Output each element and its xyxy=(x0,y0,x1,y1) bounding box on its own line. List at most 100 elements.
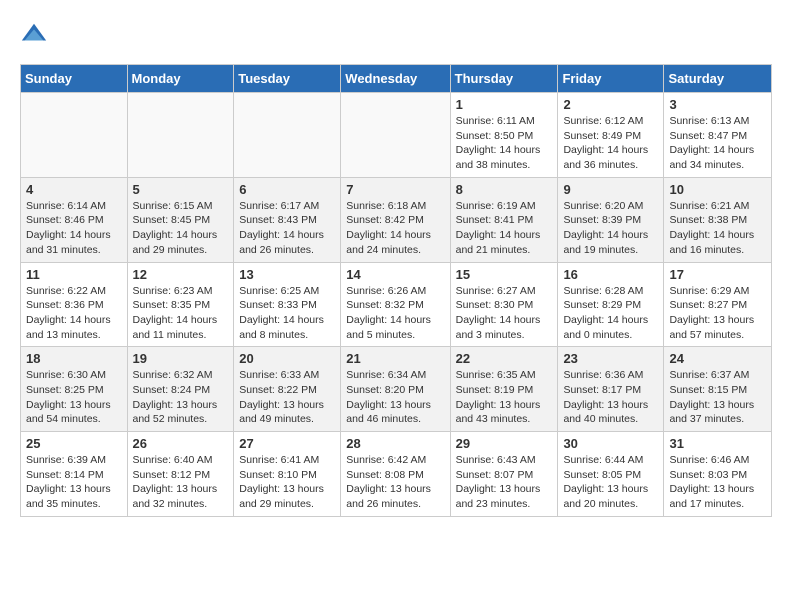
day-info: Sunrise: 6:25 AM Sunset: 8:33 PM Dayligh… xyxy=(239,284,335,343)
day-number: 8 xyxy=(456,182,553,197)
day-info: Sunrise: 6:17 AM Sunset: 8:43 PM Dayligh… xyxy=(239,199,335,258)
calendar-cell: 25Sunrise: 6:39 AM Sunset: 8:14 PM Dayli… xyxy=(21,432,128,517)
calendar-cell: 12Sunrise: 6:23 AM Sunset: 8:35 PM Dayli… xyxy=(127,262,234,347)
calendar-cell: 4 Sunrise: 6:14 AM Sunset: 8:46 PM Daylig… xyxy=(21,177,128,262)
day-number: 23 xyxy=(563,351,658,366)
calendar-cell: 27 Sunrise: 6:41 AM Sunset: 8:10 PM Dayli… xyxy=(234,432,341,517)
calendar-cell: 15Sunrise: 6:27 AM Sunset: 8:30 PM Dayli… xyxy=(450,262,558,347)
calendar-cell: 14 Sunrise: 6:26 AM Sunset: 8:32 PM Dayli… xyxy=(341,262,450,347)
day-number: 12 xyxy=(133,267,229,282)
logo xyxy=(20,20,52,48)
calendar-cell: 19 Sunrise: 6:32 AM Sunset: 8:24 PM Dayli… xyxy=(127,347,234,432)
day-number: 24 xyxy=(669,351,766,366)
day-info: Sunrise: 6:13 AM Sunset: 8:47 PM Dayligh… xyxy=(669,114,766,173)
calendar-cell xyxy=(21,93,128,178)
calendar-cell: 17 Sunrise: 6:29 AM Sunset: 8:27 PM Dayli… xyxy=(664,262,772,347)
day-number: 20 xyxy=(239,351,335,366)
day-number: 10 xyxy=(669,182,766,197)
day-number: 4 xyxy=(26,182,122,197)
calendar-cell: 30 Sunrise: 6:44 AM Sunset: 8:05 PM Dayli… xyxy=(558,432,664,517)
day-of-week-header: Friday xyxy=(558,65,664,93)
day-number: 31 xyxy=(669,436,766,451)
calendar-cell: 3 Sunrise: 6:13 AM Sunset: 8:47 PM Daylig… xyxy=(664,93,772,178)
day-info: Sunrise: 6:28 AM Sunset: 8:29 PM Dayligh… xyxy=(563,284,658,343)
day-number: 17 xyxy=(669,267,766,282)
calendar-cell: 29 Sunrise: 6:43 AM Sunset: 8:07 PM Dayli… xyxy=(450,432,558,517)
calendar-table: SundayMondayTuesdayWednesdayThursdayFrid… xyxy=(20,64,772,517)
day-info: Sunrise: 6:36 AM Sunset: 8:17 PM Dayligh… xyxy=(563,368,658,427)
day-number: 6 xyxy=(239,182,335,197)
calendar-cell xyxy=(341,93,450,178)
day-number: 2 xyxy=(563,97,658,112)
day-number: 19 xyxy=(133,351,229,366)
day-number: 7 xyxy=(346,182,444,197)
calendar-cell: 13 Sunrise: 6:25 AM Sunset: 8:33 PM Dayli… xyxy=(234,262,341,347)
calendar-cell: 6 Sunrise: 6:17 AM Sunset: 8:43 PM Daylig… xyxy=(234,177,341,262)
calendar-cell: 23 Sunrise: 6:36 AM Sunset: 8:17 PM Dayli… xyxy=(558,347,664,432)
page-header xyxy=(20,20,772,48)
calendar-cell: 9 Sunrise: 6:20 AM Sunset: 8:39 PM Daylig… xyxy=(558,177,664,262)
day-number: 15 xyxy=(456,267,553,282)
day-number: 26 xyxy=(133,436,229,451)
calendar-cell: 20 Sunrise: 6:33 AM Sunset: 8:22 PM Dayli… xyxy=(234,347,341,432)
day-info: Sunrise: 6:37 AM Sunset: 8:15 PM Dayligh… xyxy=(669,368,766,427)
day-info: Sunrise: 6:32 AM Sunset: 8:24 PM Dayligh… xyxy=(133,368,229,427)
day-number: 3 xyxy=(669,97,766,112)
day-of-week-header: Monday xyxy=(127,65,234,93)
day-number: 28 xyxy=(346,436,444,451)
day-info: Sunrise: 6:21 AM Sunset: 8:38 PM Dayligh… xyxy=(669,199,766,258)
day-number: 5 xyxy=(133,182,229,197)
calendar-cell: 5 Sunrise: 6:15 AM Sunset: 8:45 PM Daylig… xyxy=(127,177,234,262)
day-number: 14 xyxy=(346,267,444,282)
logo-icon xyxy=(20,20,48,48)
calendar-cell: 28 Sunrise: 6:42 AM Sunset: 8:08 PM Dayli… xyxy=(341,432,450,517)
day-info: Sunrise: 6:44 AM Sunset: 8:05 PM Dayligh… xyxy=(563,453,658,512)
day-info: Sunrise: 6:20 AM Sunset: 8:39 PM Dayligh… xyxy=(563,199,658,258)
day-info: Sunrise: 6:43 AM Sunset: 8:07 PM Dayligh… xyxy=(456,453,553,512)
day-info: Sunrise: 6:42 AM Sunset: 8:08 PM Dayligh… xyxy=(346,453,444,512)
calendar-cell: 16 Sunrise: 6:28 AM Sunset: 8:29 PM Dayli… xyxy=(558,262,664,347)
calendar-cell: 31 Sunrise: 6:46 AM Sunset: 8:03 PM Dayli… xyxy=(664,432,772,517)
day-info: Sunrise: 6:19 AM Sunset: 8:41 PM Dayligh… xyxy=(456,199,553,258)
day-of-week-header: Sunday xyxy=(21,65,128,93)
day-number: 30 xyxy=(563,436,658,451)
day-info: Sunrise: 6:35 AM Sunset: 8:19 PM Dayligh… xyxy=(456,368,553,427)
calendar-cell: 22 Sunrise: 6:35 AM Sunset: 8:19 PM Dayli… xyxy=(450,347,558,432)
day-number: 13 xyxy=(239,267,335,282)
calendar-cell xyxy=(127,93,234,178)
calendar-cell: 1 Sunrise: 6:11 AM Sunset: 8:50 PM Daylig… xyxy=(450,93,558,178)
day-info: Sunrise: 6:15 AM Sunset: 8:45 PM Dayligh… xyxy=(133,199,229,258)
calendar-cell: 10 Sunrise: 6:21 AM Sunset: 8:38 PM Dayli… xyxy=(664,177,772,262)
day-info: Sunrise: 6:14 AM Sunset: 8:46 PM Dayligh… xyxy=(26,199,122,258)
calendar-cell: 2 Sunrise: 6:12 AM Sunset: 8:49 PM Daylig… xyxy=(558,93,664,178)
day-info: Sunrise: 6:41 AM Sunset: 8:10 PM Dayligh… xyxy=(239,453,335,512)
day-of-week-header: Wednesday xyxy=(341,65,450,93)
day-number: 29 xyxy=(456,436,553,451)
day-info: Sunrise: 6:29 AM Sunset: 8:27 PM Dayligh… xyxy=(669,284,766,343)
day-info: Sunrise: 6:11 AM Sunset: 8:50 PM Dayligh… xyxy=(456,114,553,173)
day-number: 21 xyxy=(346,351,444,366)
calendar-cell: 18 Sunrise: 6:30 AM Sunset: 8:25 PM Dayli… xyxy=(21,347,128,432)
calendar-cell: 24 Sunrise: 6:37 AM Sunset: 8:15 PM Dayli… xyxy=(664,347,772,432)
calendar-cell: 21Sunrise: 6:34 AM Sunset: 8:20 PM Dayli… xyxy=(341,347,450,432)
calendar-cell xyxy=(234,93,341,178)
day-info: Sunrise: 6:26 AM Sunset: 8:32 PM Dayligh… xyxy=(346,284,444,343)
calendar-cell: 8 Sunrise: 6:19 AM Sunset: 8:41 PM Daylig… xyxy=(450,177,558,262)
day-info: Sunrise: 6:30 AM Sunset: 8:25 PM Dayligh… xyxy=(26,368,122,427)
day-number: 27 xyxy=(239,436,335,451)
day-info: Sunrise: 6:33 AM Sunset: 8:22 PM Dayligh… xyxy=(239,368,335,427)
day-info: Sunrise: 6:22 AM Sunset: 8:36 PM Dayligh… xyxy=(26,284,122,343)
day-number: 9 xyxy=(563,182,658,197)
day-number: 16 xyxy=(563,267,658,282)
day-info: Sunrise: 6:40 AM Sunset: 8:12 PM Dayligh… xyxy=(133,453,229,512)
day-info: Sunrise: 6:46 AM Sunset: 8:03 PM Dayligh… xyxy=(669,453,766,512)
day-number: 22 xyxy=(456,351,553,366)
calendar-cell: 7Sunrise: 6:18 AM Sunset: 8:42 PM Daylig… xyxy=(341,177,450,262)
calendar-cell: 11Sunrise: 6:22 AM Sunset: 8:36 PM Dayli… xyxy=(21,262,128,347)
day-number: 18 xyxy=(26,351,122,366)
day-info: Sunrise: 6:12 AM Sunset: 8:49 PM Dayligh… xyxy=(563,114,658,173)
calendar-cell: 26 Sunrise: 6:40 AM Sunset: 8:12 PM Dayli… xyxy=(127,432,234,517)
day-number: 25 xyxy=(26,436,122,451)
day-of-week-header: Thursday xyxy=(450,65,558,93)
day-number: 1 xyxy=(456,97,553,112)
